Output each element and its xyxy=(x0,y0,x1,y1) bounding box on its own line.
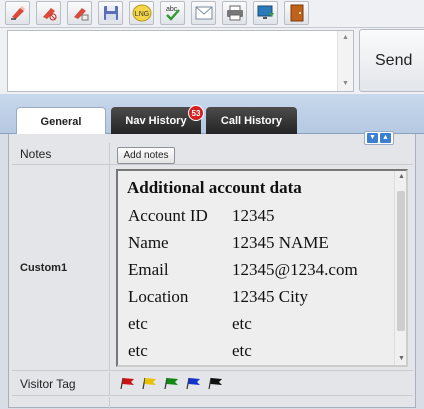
language-button[interactable]: LNG xyxy=(129,1,154,25)
save-icon xyxy=(103,5,119,21)
exit-button[interactable] xyxy=(284,1,309,25)
spellcheck-button[interactable]: abc xyxy=(160,1,185,25)
nav-history-badge: 53 xyxy=(188,105,204,121)
black-flag-icon[interactable] xyxy=(207,377,225,393)
custom-data-key: Location xyxy=(128,286,189,306)
message-scrollbar[interactable]: ▲ ▼ xyxy=(337,31,353,91)
highlighter-clear-button[interactable] xyxy=(67,1,92,25)
exit-door-icon xyxy=(289,4,305,22)
monitor-download-button[interactable] xyxy=(253,1,278,25)
visitor-tag-value xyxy=(111,372,413,395)
custom-data-value: 12345 NAME xyxy=(232,232,329,252)
custom-data-row: Account ID 12345 xyxy=(127,202,358,229)
visitor-tag-row: Visitor Tag xyxy=(12,372,413,396)
tab-call-history[interactable]: Call History xyxy=(206,107,297,134)
print-icon xyxy=(226,5,244,21)
move-down-icon[interactable]: ▼ xyxy=(367,133,378,143)
flag-list xyxy=(119,377,225,393)
notes-label: Notes xyxy=(12,143,110,164)
send-button[interactable]: Send xyxy=(359,29,424,92)
custom-data-value: etc xyxy=(232,340,252,360)
svg-text:LNG: LNG xyxy=(134,11,148,18)
custom-data-value: 12345 xyxy=(232,205,275,225)
custom-data-value: 12345@1234.com xyxy=(232,259,358,279)
custom1-value: Additional account data Account ID 12345… xyxy=(111,165,413,370)
panel-order-controls: ▼ ▲ xyxy=(364,131,394,145)
toolbar: LNG abc xyxy=(0,0,424,28)
blue-flag-icon[interactable] xyxy=(185,377,203,393)
custom-data-row: etc etc xyxy=(127,337,358,364)
add-notes-button[interactable]: Add notes xyxy=(117,147,175,164)
spellcheck-icon: abc xyxy=(164,4,182,22)
custom-data-frame[interactable]: Additional account data Account ID 12345… xyxy=(116,169,408,367)
compose-area: ▲ ▼ Send xyxy=(0,28,424,94)
highlighter-clear-icon xyxy=(71,5,89,21)
custom-data-row: Email 12345@1234.com xyxy=(127,256,358,283)
general-panel: Notes Add notes Custom1 Additional accou… xyxy=(8,134,416,409)
highlighter-button[interactable] xyxy=(5,1,30,25)
tab-bar: General Nav History 53 Call History xyxy=(0,94,424,135)
highlighter-cancel-button[interactable] xyxy=(36,1,61,25)
scroll-thumb[interactable] xyxy=(397,191,405,331)
scroll-up-icon[interactable]: ▲ xyxy=(342,34,349,42)
custom-data-key: Email xyxy=(128,259,169,279)
visitor-tag-label: Visitor Tag xyxy=(12,372,110,395)
message-input[interactable] xyxy=(8,31,338,91)
custom-data-row: Name 12345 NAME xyxy=(127,229,358,256)
scroll-down-icon[interactable]: ▼ xyxy=(398,355,405,363)
notes-value: Add notes xyxy=(111,143,413,164)
custom-data-scrollbar[interactable]: ▲ ▼ xyxy=(394,171,406,365)
red-flag-icon[interactable] xyxy=(119,377,137,393)
custom-data-key: Name xyxy=(128,232,169,252)
custom-data-value: etc xyxy=(232,313,252,333)
message-box: ▲ ▼ xyxy=(7,30,354,92)
print-button[interactable] xyxy=(222,1,247,25)
custom1-row: Custom1 Additional account data Account … xyxy=(12,165,413,371)
save-button[interactable] xyxy=(98,1,123,25)
notes-row: Notes Add notes xyxy=(12,143,413,165)
green-flag-icon[interactable] xyxy=(163,377,181,393)
monitor-download-icon xyxy=(257,5,275,21)
custom1-label: Custom1 xyxy=(12,165,110,370)
highlighter-cancel-icon xyxy=(40,5,58,21)
move-up-icon[interactable]: ▲ xyxy=(380,133,391,143)
tab-general[interactable]: General xyxy=(16,107,106,135)
custom-data-title: Additional account data xyxy=(127,178,302,197)
custom-data-row: etc etc xyxy=(127,310,358,337)
custom-data-key: Account ID xyxy=(128,205,208,225)
scroll-up-icon[interactable]: ▲ xyxy=(398,173,405,181)
custom-data-key: etc xyxy=(128,313,148,333)
custom-data-row: Location 12345 City xyxy=(127,283,358,310)
custom-data-key: etc xyxy=(128,340,148,360)
empty-row xyxy=(12,397,413,409)
empty-label xyxy=(12,397,110,409)
email-button[interactable] xyxy=(191,1,216,25)
custom-data-content: Additional account data Account ID 12345… xyxy=(127,178,358,364)
custom-data-value: 12345 City xyxy=(232,286,309,306)
email-icon xyxy=(195,6,213,20)
scroll-down-icon[interactable]: ▼ xyxy=(342,80,349,88)
yellow-flag-icon[interactable] xyxy=(141,377,159,393)
highlighter-icon xyxy=(9,5,27,21)
language-icon: LNG xyxy=(132,4,152,22)
